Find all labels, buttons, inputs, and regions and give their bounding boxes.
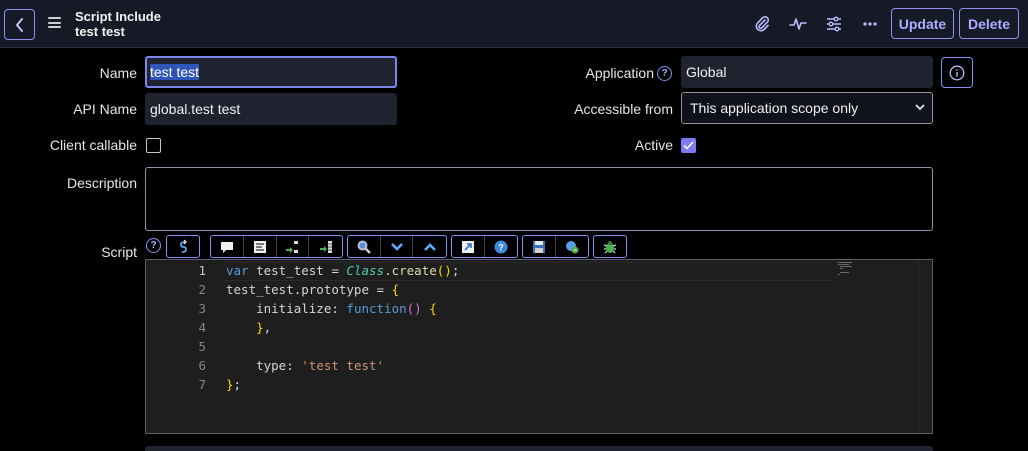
line-number: 2 bbox=[198, 282, 206, 297]
script-help-icon[interactable]: ? bbox=[146, 238, 161, 253]
chevron-left-icon bbox=[15, 17, 23, 32]
active-checkbox[interactable] bbox=[681, 138, 696, 153]
search-icon[interactable] bbox=[348, 236, 381, 257]
paperclip-icon[interactable] bbox=[751, 13, 773, 35]
format-code-icon[interactable] bbox=[244, 236, 277, 257]
name-field[interactable]: test test bbox=[145, 56, 397, 88]
delete-button[interactable]: Delete bbox=[959, 8, 1019, 39]
application-label: Application bbox=[585, 65, 655, 81]
script-include-icon[interactable] bbox=[167, 236, 199, 257]
fullscreen-icon[interactable] bbox=[452, 236, 485, 257]
toolbar-group-script-include bbox=[166, 235, 200, 258]
more-icon[interactable] bbox=[859, 13, 881, 35]
replace-all-icon[interactable] bbox=[309, 236, 342, 257]
editor-minimap[interactable] bbox=[838, 262, 870, 276]
toolbar-group-save bbox=[522, 235, 589, 258]
replace-icon[interactable] bbox=[277, 236, 310, 257]
editor-vertical-ruler bbox=[918, 260, 919, 433]
name-label: Name bbox=[99, 65, 137, 81]
activity-icon[interactable] bbox=[787, 13, 809, 35]
back-button[interactable] bbox=[4, 9, 35, 40]
code-line: test_test.prototype = { bbox=[226, 282, 400, 297]
help-icon[interactable]: ? bbox=[485, 236, 518, 257]
script-debugger-icon[interactable] bbox=[556, 236, 589, 257]
code-line: var test_test = Class.create(); bbox=[226, 263, 460, 278]
line-number-gutter: 1 2 3 4 5 6 7 bbox=[146, 260, 206, 433]
code-line: }; bbox=[226, 377, 242, 392]
chevron-down-icon bbox=[915, 104, 925, 111]
info-icon bbox=[949, 65, 965, 80]
application-field[interactable]: Global bbox=[681, 56, 933, 88]
script-label: Script bbox=[101, 244, 137, 260]
page-title: Script Include bbox=[75, 9, 161, 24]
save-icon[interactable] bbox=[523, 236, 556, 257]
client-callable-checkbox[interactable] bbox=[146, 138, 161, 153]
debug-bug-icon[interactable] bbox=[594, 236, 626, 257]
svg-text:?: ? bbox=[498, 242, 504, 252]
comment-icon[interactable] bbox=[211, 236, 244, 257]
line-number: 5 bbox=[198, 339, 206, 354]
active-label: Active bbox=[634, 137, 673, 153]
client-callable-label: Client callable bbox=[49, 137, 137, 153]
script-editor[interactable]: 1 2 3 4 5 6 7 var test_test = Class.crea… bbox=[145, 259, 933, 434]
accessible-from-value: This application scope only bbox=[690, 100, 859, 116]
record-name: test test bbox=[75, 24, 125, 39]
toolbar-group-search bbox=[347, 235, 447, 258]
toolbar-group-debug bbox=[593, 235, 627, 258]
checkmark-icon bbox=[683, 141, 694, 150]
find-previous-icon[interactable] bbox=[413, 236, 446, 257]
line-number: 4 bbox=[198, 320, 206, 335]
name-value: test test bbox=[150, 64, 200, 80]
api-name-field[interactable]: global.test test bbox=[145, 93, 397, 125]
line-number: 6 bbox=[198, 358, 206, 373]
line-number: 1 bbox=[198, 263, 206, 278]
next-section-strip bbox=[145, 446, 933, 451]
api-name-label: API Name bbox=[73, 101, 137, 117]
sliders-icon[interactable] bbox=[823, 13, 845, 35]
application-help-icon[interactable]: ? bbox=[657, 66, 672, 81]
description-label: Description bbox=[66, 175, 137, 191]
description-textarea[interactable] bbox=[145, 167, 933, 231]
line-number: 7 bbox=[198, 377, 206, 392]
update-button[interactable]: Update bbox=[891, 8, 954, 39]
code-line: type: 'test test' bbox=[226, 358, 385, 373]
line-number: 3 bbox=[198, 301, 206, 316]
find-next-icon[interactable] bbox=[381, 236, 414, 257]
application-info-button[interactable] bbox=[941, 57, 973, 88]
code-line: }, bbox=[256, 320, 272, 335]
toolbar-group-comment bbox=[210, 235, 343, 258]
accessible-from-label: Accessible from bbox=[574, 101, 673, 117]
accessible-from-select[interactable]: This application scope only bbox=[681, 92, 933, 124]
toolbar-group-misc: ? bbox=[451, 235, 518, 258]
title-block: Script Include test test bbox=[75, 9, 161, 39]
hamburger-icon[interactable] bbox=[48, 17, 61, 28]
code-line: initialize: function() { bbox=[226, 301, 437, 316]
form-header: Script Include test test Update Delete bbox=[0, 0, 1028, 48]
